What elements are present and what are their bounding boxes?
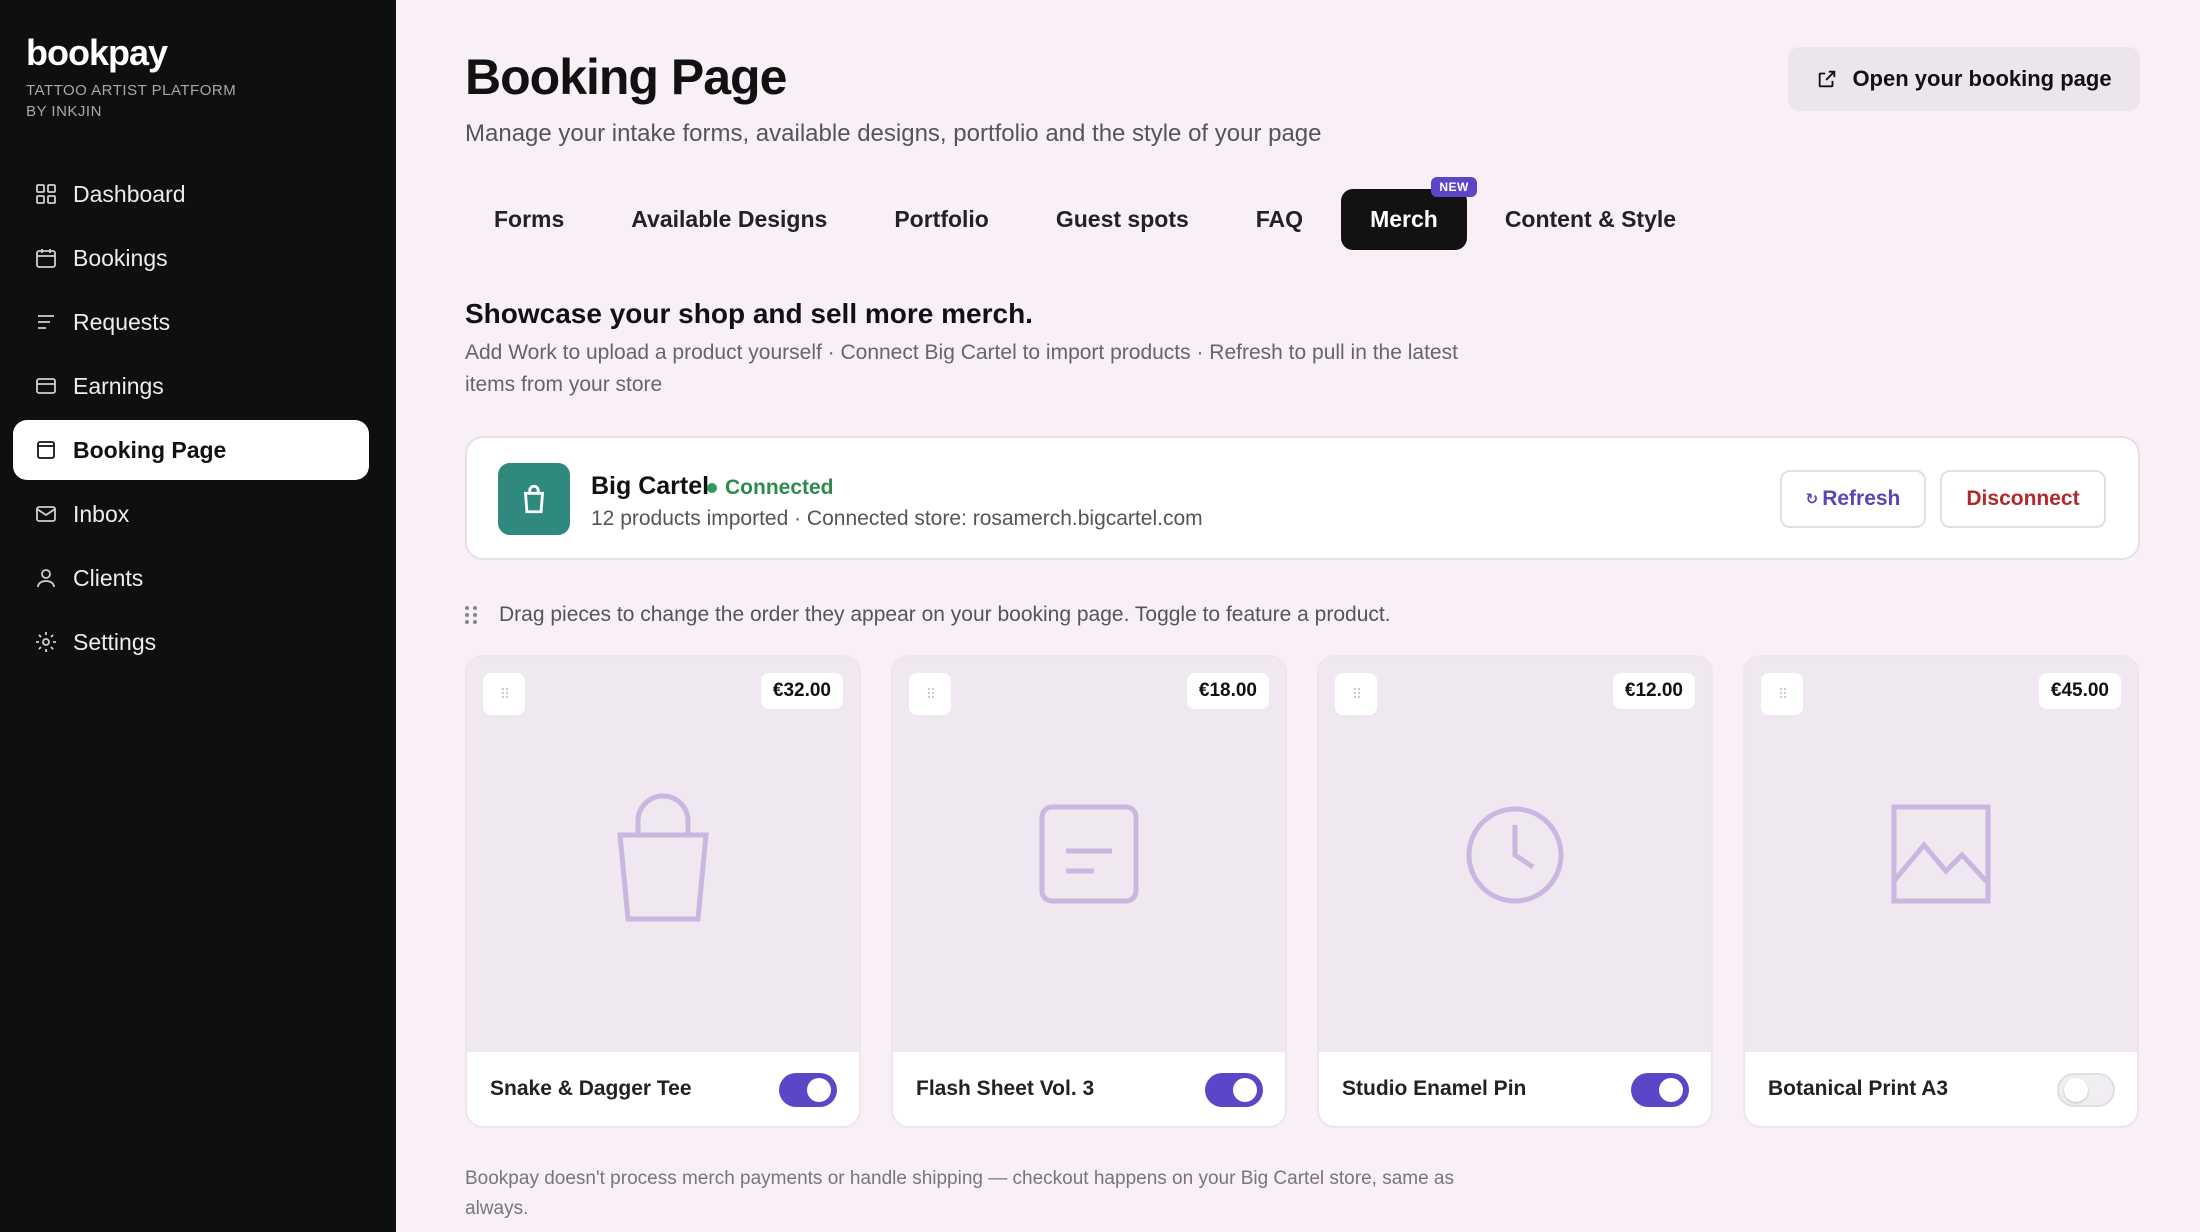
product-name: Botanical Print A3: [1768, 1077, 1949, 1100]
refresh-button[interactable]: ↻ Refresh: [1780, 470, 1926, 528]
page-title: Booking Page: [465, 49, 787, 105]
footnote: Bookpay doesn't process merch payments o…: [465, 1168, 1455, 1219]
open-booking-page-button[interactable]: Open your booking page: [1788, 47, 2140, 111]
sidebar-item-label: Dashboard: [73, 180, 186, 207]
price-badge: €18.00: [1186, 673, 1269, 709]
sidebar: bookpay TATTOO ARTIST PLATFORM BY INKJIN…: [0, 0, 396, 1232]
product-thumbnail: [1319, 657, 1711, 1052]
product-thumbnail: [467, 657, 859, 1052]
drag-grip-icon: [465, 606, 481, 624]
product-card[interactable]: ⠿ €45.00 Botanical Print A3: [1743, 655, 2139, 1128]
price-badge: €32.00: [760, 673, 843, 709]
tagline-line-1: TATTOO ARTIST PLATFORM: [26, 82, 237, 99]
product-card[interactable]: ⠿ €32.00 Snake & Dagger Tee: [465, 655, 861, 1128]
tab-label: FAQ: [1255, 206, 1304, 232]
sidebar-item-dashboard[interactable]: Dashboard: [13, 164, 369, 224]
section-description: Add Work to upload a product yourself · …: [465, 341, 1458, 396]
drag-handle[interactable]: ⠿: [483, 673, 525, 715]
product-grid: ⠿ €32.00 Snake & Dagger Tee ⠿ €18.00 Fla…: [465, 655, 2139, 1128]
tab-forms[interactable]: Forms: [465, 189, 593, 250]
page-subtitle: Manage your intake forms, available desi…: [465, 120, 1322, 147]
product-name: Studio Enamel Pin: [1342, 1077, 1527, 1100]
app-tagline: TATTOO ARTIST PLATFORM BY INKJIN: [26, 80, 236, 122]
open-booking-page-label: Open your booking page: [1852, 66, 2112, 91]
product-card[interactable]: ⠿ €12.00 Studio Enamel Pin: [1317, 655, 1713, 1128]
bag-icon: [617, 793, 709, 921]
main-content: Booking Page Manage your intake forms, a…: [396, 0, 2200, 1232]
sidebar-item-clients[interactable]: Clients: [13, 548, 369, 608]
sidebar-item-label: Booking Page: [73, 436, 227, 463]
calendar-icon: [33, 245, 59, 271]
tab-label: Content & Style: [1504, 206, 1677, 232]
sidebar-item-label: Earnings: [73, 372, 164, 399]
feature-toggle[interactable]: [1205, 1073, 1263, 1107]
tab-label: Portfolio: [894, 206, 989, 232]
shopping-bag-icon: [498, 463, 570, 535]
sidebar-item-requests[interactable]: Requests: [13, 292, 369, 352]
new-badge: NEW: [1431, 177, 1477, 197]
document-icon: [1039, 804, 1139, 903]
app-logo[interactable]: bookpay: [26, 32, 168, 74]
connection-meta: 12 products imported · Connected store: …: [591, 507, 1203, 530]
sidebar-item-label: Bookings: [73, 244, 168, 271]
refresh-label: Refresh: [1822, 487, 1901, 510]
sidebar-item-label: Settings: [73, 628, 157, 655]
connection-status-label: Connected: [725, 476, 834, 499]
tab-label: Merch: [1370, 206, 1438, 232]
product-name: Flash Sheet Vol. 3: [916, 1077, 1095, 1100]
card-icon: [33, 373, 59, 399]
mail-icon: [33, 501, 59, 527]
tab-faq[interactable]: FAQ: [1227, 189, 1332, 250]
image-icon: [1891, 804, 1991, 903]
grid-icon: [33, 181, 59, 207]
tab-label: Guest spots: [1055, 206, 1189, 232]
drag-handle[interactable]: ⠿: [1335, 673, 1377, 715]
clock-icon: [1466, 806, 1564, 903]
sidebar-item-inbox[interactable]: Inbox: [13, 484, 369, 544]
tab-label: Available Designs: [631, 206, 828, 232]
disconnect-button[interactable]: Disconnect: [1940, 470, 2106, 528]
feature-toggle[interactable]: [1631, 1073, 1689, 1107]
refresh-icon: ↻: [1805, 491, 1819, 508]
gear-icon: [33, 629, 59, 655]
tab-available-designs[interactable]: Available Designs: [602, 189, 856, 250]
connection-name: Big Cartel: [591, 472, 710, 500]
sidebar-item-booking-page[interactable]: Booking Page: [13, 420, 369, 480]
drag-hint-text: Drag pieces to change the order they app…: [499, 603, 1391, 626]
section-title: Showcase your shop and sell more merch.: [465, 298, 1033, 329]
tab-guest-spots[interactable]: Guest spots: [1027, 189, 1218, 250]
tab-label: Forms: [494, 206, 565, 232]
product-thumbnail: [1745, 657, 2137, 1052]
big-cartel-connection-card: Big Cartel Connected 12 products importe…: [465, 436, 2140, 560]
connection-status: Connected: [707, 476, 834, 500]
sidebar-item-label: Clients: [73, 564, 144, 591]
price-badge: €12.00: [1612, 673, 1695, 709]
sidebar-nav: Dashboard Bookings Requests Earnings Boo…: [13, 164, 369, 676]
product-card[interactable]: ⠿ €18.00 Flash Sheet Vol. 3: [891, 655, 1287, 1128]
product-thumbnail: [893, 657, 1285, 1052]
feature-toggle[interactable]: [2057, 1073, 2115, 1107]
external-link-icon: [1819, 70, 1836, 88]
drag-handle[interactable]: ⠿: [1761, 673, 1803, 715]
feature-toggle[interactable]: [779, 1073, 837, 1107]
tagline-line-2: BY INKJIN: [26, 103, 102, 120]
sidebar-item-bookings[interactable]: Bookings: [13, 228, 369, 288]
user-icon: [33, 565, 59, 591]
page-icon: [33, 437, 59, 463]
tab-bar: Forms Available Designs Portfolio Guest …: [465, 177, 1714, 250]
sidebar-item-label: Inbox: [73, 500, 130, 527]
sidebar-item-settings[interactable]: Settings: [13, 612, 369, 672]
drag-hint: Drag pieces to change the order they app…: [465, 603, 1391, 627]
sidebar-item-label: Requests: [73, 308, 171, 335]
sidebar-item-earnings[interactable]: Earnings: [13, 356, 369, 416]
disconnect-label: Disconnect: [1966, 487, 2080, 510]
tab-content-style[interactable]: Content & Style: [1476, 189, 1705, 250]
price-badge: €45.00: [2038, 673, 2121, 709]
tab-portfolio[interactable]: Portfolio: [865, 189, 1018, 250]
list-icon: [33, 309, 59, 335]
status-dot-icon: [707, 483, 717, 493]
drag-handle[interactable]: ⠿: [909, 673, 951, 715]
product-name: Snake & Dagger Tee: [490, 1077, 692, 1100]
tab-merch[interactable]: Merch NEW: [1341, 177, 1477, 250]
